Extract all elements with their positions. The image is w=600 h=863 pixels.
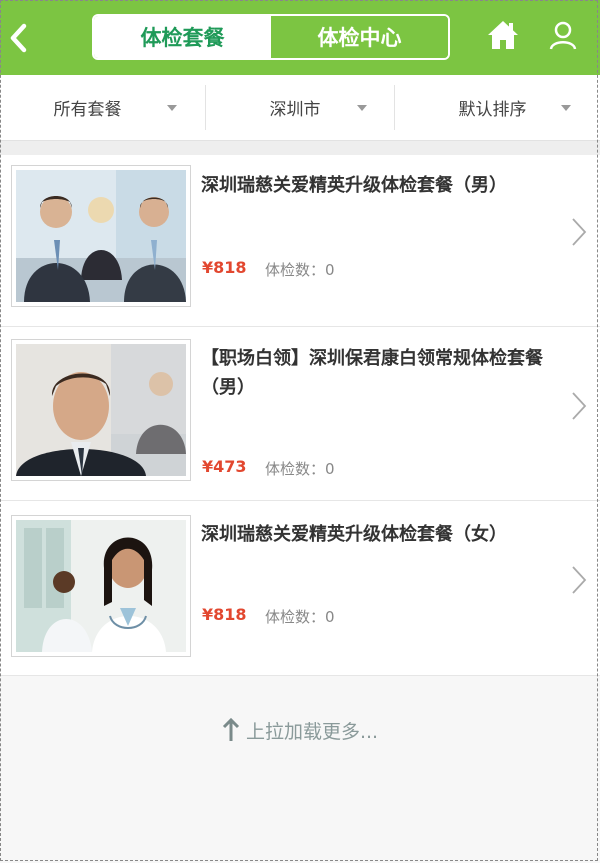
load-more-label: 上拉加载更多... — [245, 720, 379, 743]
chevron-right-icon — [572, 392, 587, 420]
caret-down-icon — [357, 105, 367, 111]
chevron-right-icon — [572, 566, 587, 594]
load-more-indicator[interactable]: 上拉加载更多... — [0, 700, 600, 760]
package-list: 深圳瑞慈关爱精英升级体检套餐（男） ¥818 体检数：0 【职场白领】深圳保君康… — [0, 155, 600, 676]
filter-label: 所有套餐 — [53, 100, 122, 120]
top-navigation-bar: 体检套餐 体检中心 — [0, 0, 600, 75]
user-profile-button[interactable] — [548, 20, 578, 50]
package-price: ¥818 — [202, 605, 247, 624]
filter-label: 默认排序 — [458, 100, 527, 120]
filter-city[interactable]: 深圳市 — [206, 75, 394, 140]
category-segmented-control: 体检套餐 体检中心 — [92, 14, 450, 60]
package-price: ¥818 — [202, 258, 247, 277]
caret-down-icon — [561, 105, 571, 111]
medical-staff-photo — [16, 520, 186, 652]
package-thumbnail — [11, 339, 191, 481]
chevron-left-icon — [10, 23, 27, 53]
arrow-up-icon — [222, 717, 239, 741]
caret-down-icon — [167, 105, 177, 111]
package-list-item[interactable]: 深圳瑞慈关爱精英升级体检套餐（男） ¥818 体检数：0 — [0, 155, 600, 327]
business-man-photo — [16, 344, 186, 476]
user-icon — [549, 21, 577, 50]
home-button[interactable] — [486, 18, 520, 52]
back-button[interactable] — [6, 22, 32, 54]
package-list-item[interactable]: 【职场白领】深圳保君康白领常规体检套餐（男） ¥473 体检数：0 — [0, 327, 600, 501]
package-checkup-count: 体检数：0 — [265, 261, 335, 279]
package-title: 【职场白领】深圳保君康白领常规体检套餐（男） — [201, 348, 543, 398]
package-title: 深圳瑞慈关爱精英升级体检套餐（男） — [201, 175, 507, 196]
package-title: 深圳瑞慈关爱精英升级体检套餐（女） — [201, 524, 507, 545]
package-price: ¥473 — [202, 457, 247, 476]
package-thumbnail — [11, 165, 191, 307]
tab-checkup-centers[interactable]: 体检中心 — [271, 16, 448, 58]
filter-sort[interactable]: 默认排序 — [395, 75, 600, 140]
business-team-photo — [16, 170, 186, 302]
filter-package-type[interactable]: 所有套餐 — [0, 75, 205, 140]
filter-label: 深圳市 — [269, 100, 321, 120]
package-checkup-count: 体检数：0 — [265, 460, 335, 478]
package-list-item[interactable]: 深圳瑞慈关爱精英升级体检套餐（女） ¥818 体检数：0 — [0, 501, 600, 676]
tab-checkup-packages[interactable]: 体检套餐 — [94, 16, 271, 58]
chevron-right-icon — [572, 218, 587, 246]
section-gap — [0, 141, 600, 155]
home-icon — [488, 21, 518, 49]
package-checkup-count: 体检数：0 — [265, 608, 335, 626]
package-thumbnail — [11, 515, 191, 657]
filter-bar: 所有套餐 深圳市 默认排序 — [0, 75, 600, 141]
